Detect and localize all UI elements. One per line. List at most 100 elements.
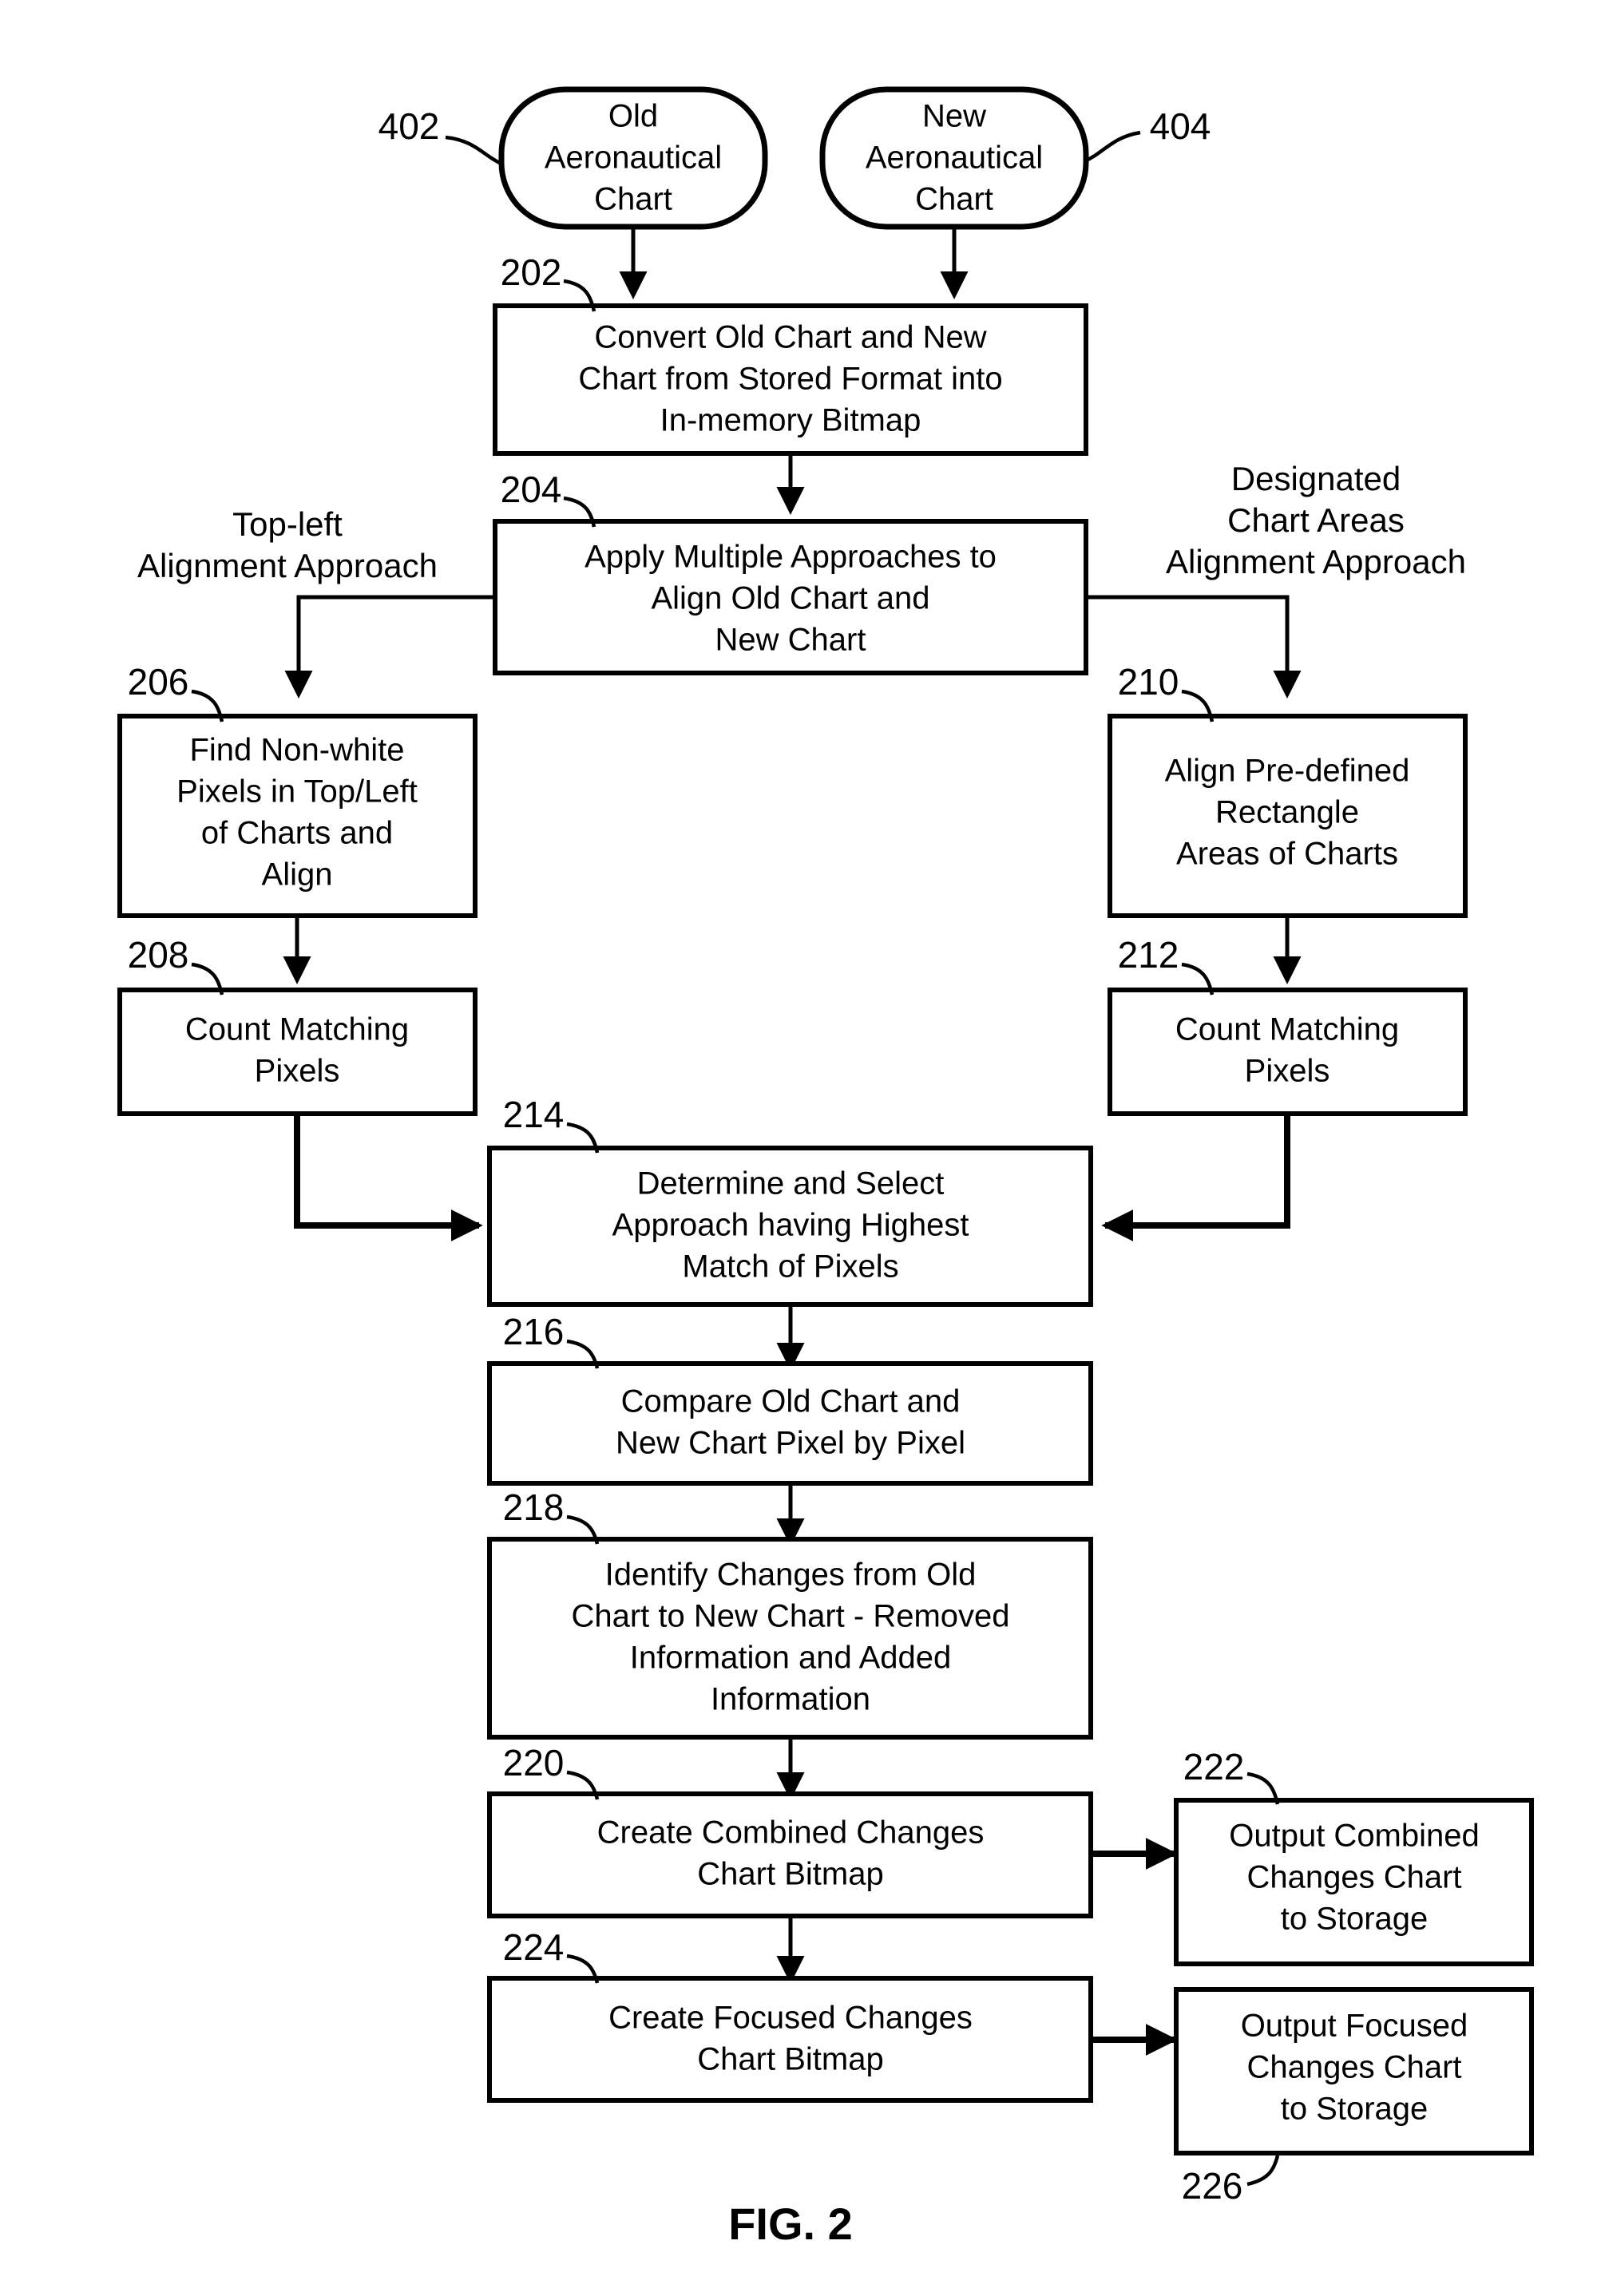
step-224-box [487,1976,1093,2103]
ref-label-202: 202 [501,251,596,312]
ref-label-212: 212 [1118,934,1215,996]
ref-label-402: 402 [378,105,504,167]
ref-label-204: 204 [501,469,596,528]
ref-label-212-text: 212 [1118,934,1179,976]
step-226-line-1: Output Focused [1241,2009,1468,2044]
terminal-new-chart-line-2: Aeronautical [866,141,1043,176]
terminal-old-chart-line-1: Old [608,99,658,134]
step-216-line-1: Compare Old Chart and [621,1384,961,1419]
connector-208-to-214 [294,1114,483,1241]
step-204: Apply Multiple Approaches to Align Old C… [493,519,1088,675]
step-204-line-2: Align Old Chart and [651,581,929,616]
ref-label-210-text: 210 [1118,661,1179,703]
step-218-line-2: Chart to New Chart - Removed [571,1599,1009,1634]
ref-label-222-text: 222 [1183,1746,1245,1787]
step-208: Count Matching Pixels [117,988,478,1116]
step-220-line-2: Chart Bitmap [697,1857,883,1892]
branch-label-designated-areas: Designated Chart Areas Alignment Approac… [1166,460,1466,580]
step-218-line-1: Identify Changes from Old [605,1558,977,1593]
step-218-line-4: Information [711,1682,870,1717]
ref-label-214: 214 [503,1094,600,1154]
step-222-line-1: Output Combined [1229,1819,1480,1854]
ref-label-216-text: 216 [503,1311,565,1352]
ref-label-226-text: 226 [1182,2165,1243,2207]
ref-label-202-text: 202 [501,251,562,293]
step-208-line-1: Count Matching [185,1012,409,1047]
flowchart-canvas: Old Aeronautical Chart 402 New Aeronauti… [117,86,1534,2249]
step-212: Count Matching Pixels [1108,988,1468,1116]
branch-label-top-left-line-2: Alignment Approach [137,547,438,584]
ref-label-206: 206 [128,661,224,722]
terminal-old-chart: Old Aeronautical Chart [498,86,768,230]
step-204-line-1: Apply Multiple Approaches to [585,540,997,575]
step-206-line-3: of Charts and [201,816,393,851]
step-218-line-3: Information and Added [630,1641,952,1676]
patent-figure: Old Aeronautical Chart 402 New Aeronauti… [0,0,1597,2296]
ref-label-222: 222 [1183,1746,1280,1805]
step-212-line-2: Pixels [1245,1054,1330,1089]
ref-label-210: 210 [1118,661,1215,722]
ref-label-206-text: 206 [128,661,189,703]
ref-label-218: 218 [503,1486,600,1545]
ref-leader-402 [445,135,504,167]
connector-204-to-206 [284,595,495,699]
step-206-line-4: Align [262,857,333,893]
step-226: Output Focused Changes Chart to Storage [1174,1987,1534,2155]
step-224-line-1: Create Focused Changes [608,2001,973,2036]
connector-204-to-210 [1086,595,1302,699]
branch-label-top-left-line-1: Top-left [232,505,343,543]
step-224: Create Focused Changes Chart Bitmap [487,1976,1093,2103]
step-210-line-3: Areas of Charts [1176,837,1398,872]
step-214-line-1: Determine and Select [637,1166,945,1201]
ref-label-226: 226 [1182,2155,1280,2207]
step-202: Convert Old Chart and New Chart from Sto… [493,303,1088,456]
terminal-old-chart-line-3: Chart [594,182,672,217]
ref-label-218-text: 218 [503,1486,565,1528]
step-214-line-2: Approach having Highest [612,1208,969,1243]
step-212-line-1: Count Matching [1175,1012,1399,1047]
branch-label-designated-line-1: Designated [1231,460,1401,497]
step-202-line-3: In-memory Bitmap [660,403,921,438]
step-210-line-1: Align Pre-defined [1165,754,1410,789]
terminal-new-chart-line-3: Chart [915,182,993,217]
ref-label-220-text: 220 [503,1742,565,1783]
step-222-line-2: Changes Chart [1246,1860,1461,1895]
step-224-line-2: Chart Bitmap [697,2042,883,2077]
step-204-line-3: New Chart [715,623,866,658]
step-208-box [117,988,478,1116]
step-206: Find Non-white Pixels in Top/Left of Cha… [117,714,478,918]
step-206-line-1: Find Non-white [189,733,404,768]
branch-label-top-left: Top-left Alignment Approach [137,505,438,584]
step-220-box [487,1791,1093,1918]
step-218: Identify Changes from Old Chart to New C… [487,1537,1093,1740]
connector-212-to-214 [1101,1114,1290,1241]
step-226-line-2: Changes Chart [1246,2050,1461,2085]
step-222: Output Combined Changes Chart to Storage [1174,1798,1534,1966]
ref-label-404: 404 [1084,105,1211,164]
step-212-box [1108,988,1468,1116]
ref-label-216: 216 [503,1311,600,1369]
step-220: Create Combined Changes Chart Bitmap [487,1791,1093,1918]
terminal-old-chart-line-2: Aeronautical [545,141,722,176]
ref-label-214-text: 214 [503,1094,565,1135]
ref-leader-404 [1084,130,1141,164]
ref-label-204-text: 204 [501,469,562,510]
step-214-line-3: Match of Pixels [682,1249,898,1285]
ref-label-208: 208 [128,934,224,996]
step-210-line-2: Rectangle [1215,795,1359,830]
ref-leader-226 [1246,2155,1280,2187]
step-202-line-1: Convert Old Chart and New [594,320,986,355]
step-210: Align Pre-defined Rectangle Areas of Cha… [1108,714,1468,918]
step-214: Determine and Select Approach having Hig… [487,1146,1093,1307]
branch-label-designated-line-3: Alignment Approach [1166,543,1466,580]
step-226-line-3: to Storage [1281,2092,1429,2127]
terminal-new-chart-line-1: New [922,99,986,134]
step-220-line-1: Create Combined Changes [597,1815,985,1851]
step-216-box [487,1361,1093,1486]
step-216: Compare Old Chart and New Chart Pixel by… [487,1361,1093,1486]
ref-label-220: 220 [503,1742,600,1800]
ref-label-402-text: 402 [378,105,440,147]
branch-label-designated-line-2: Chart Areas [1227,501,1405,539]
ref-label-224: 224 [503,1926,600,1984]
ref-label-404-text: 404 [1150,105,1211,147]
